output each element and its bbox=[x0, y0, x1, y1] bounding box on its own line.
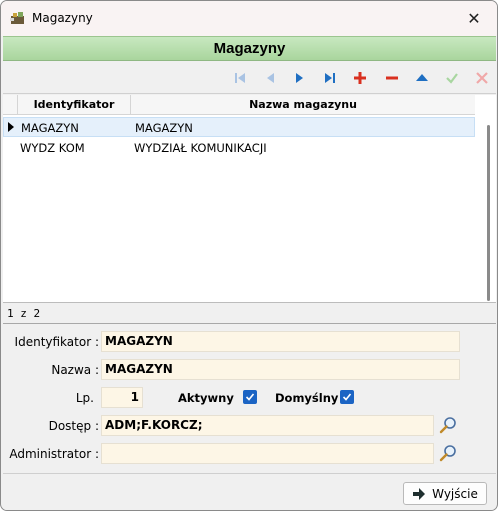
triangle-right-icon bbox=[296, 73, 303, 83]
form-header: Magazyny bbox=[3, 36, 496, 61]
search-icon[interactable] bbox=[439, 444, 457, 462]
nazwa-field[interactable]: MAGAZYN bbox=[101, 359, 460, 380]
skip-first-icon bbox=[235, 73, 245, 83]
next-record-button[interactable] bbox=[291, 69, 309, 87]
aktywny-checkbox[interactable] bbox=[243, 390, 257, 404]
record-counter: 1 z 2 bbox=[3, 304, 496, 324]
delete-button[interactable] bbox=[383, 69, 401, 87]
administrator-field[interactable] bbox=[101, 443, 434, 464]
domyslny-label: Domyślny bbox=[275, 391, 339, 405]
dostep-field[interactable]: ADM;F.KORCZ; bbox=[101, 415, 434, 436]
minus-icon bbox=[386, 76, 398, 80]
last-record-button[interactable] bbox=[321, 69, 339, 87]
vertical-scrollbar[interactable] bbox=[487, 125, 490, 301]
identyfikator-field[interactable]: MAGAZYN bbox=[101, 331, 460, 352]
dialog-footer: Wyjście bbox=[3, 473, 496, 510]
title-bar: Magazyny ✕ bbox=[1, 1, 497, 36]
cell-identyfikator: WYDZ KOM bbox=[20, 141, 85, 155]
window-title: Magazyny bbox=[32, 11, 93, 25]
close-button[interactable]: ✕ bbox=[451, 1, 497, 36]
grid-header: Identyfikator Nazwa magazynu bbox=[3, 95, 475, 115]
check-icon bbox=[446, 73, 458, 84]
column-header-identyfikator[interactable]: Identyfikator bbox=[17, 95, 131, 115]
edit-form: Identyfikator : MAGAZYN Nazwa : MAGAZYN … bbox=[3, 325, 496, 473]
cell-nazwa: MAGAZYN bbox=[135, 121, 193, 135]
skip-last-icon bbox=[325, 73, 335, 83]
exit-label: Wyjście bbox=[432, 486, 478, 501]
aktywny-label: Aktywny bbox=[178, 391, 234, 405]
cell-identyfikator: MAGAZYN bbox=[21, 121, 79, 135]
triangle-up-icon bbox=[416, 74, 428, 81]
exit-button[interactable]: Wyjście bbox=[403, 482, 487, 505]
current-row-indicator-icon bbox=[8, 122, 14, 132]
toolbox-icon bbox=[10, 12, 24, 24]
table-row[interactable]: WYDZ KOM WYDZIAŁ KOMUNIKACJI bbox=[3, 138, 475, 158]
warehouse-grid[interactable]: Identyfikator Nazwa magazynu MAGAZYN MAG… bbox=[3, 95, 496, 303]
plus-icon bbox=[354, 72, 366, 84]
administrator-label: Administrator : bbox=[9, 447, 99, 461]
x-icon bbox=[476, 72, 488, 84]
triangle-left-icon bbox=[267, 73, 274, 83]
identyfikator-label: Identyfikator : bbox=[14, 335, 99, 349]
cell-nazwa: WYDZIAŁ KOMUNIKACJI bbox=[134, 141, 267, 155]
post-button[interactable] bbox=[443, 69, 461, 87]
lp-label: Lp. bbox=[75, 391, 94, 405]
domyslny-checkbox[interactable] bbox=[340, 390, 354, 404]
dialog-window: Magazyny ✕ Magazyny Identyfikator Nazwa … bbox=[0, 0, 498, 511]
close-icon: ✕ bbox=[467, 10, 481, 28]
lp-field[interactable]: 1 bbox=[101, 387, 143, 408]
check-icon bbox=[342, 393, 352, 401]
check-icon bbox=[245, 393, 255, 401]
navigator-toolbar bbox=[3, 62, 496, 94]
first-record-button[interactable] bbox=[231, 69, 249, 87]
prior-record-button[interactable] bbox=[261, 69, 279, 87]
nazwa-label: Nazwa : bbox=[51, 363, 99, 377]
dostep-label: Dostęp : bbox=[48, 419, 99, 433]
insert-button[interactable] bbox=[351, 69, 369, 87]
edit-button[interactable] bbox=[413, 69, 431, 87]
search-icon[interactable] bbox=[439, 416, 457, 434]
table-row[interactable]: MAGAZYN MAGAZYN bbox=[3, 117, 475, 137]
cancel-button[interactable] bbox=[473, 69, 491, 87]
column-header-nazwa-magazynu[interactable]: Nazwa magazynu bbox=[131, 95, 475, 115]
arrow-right-icon bbox=[413, 487, 426, 500]
